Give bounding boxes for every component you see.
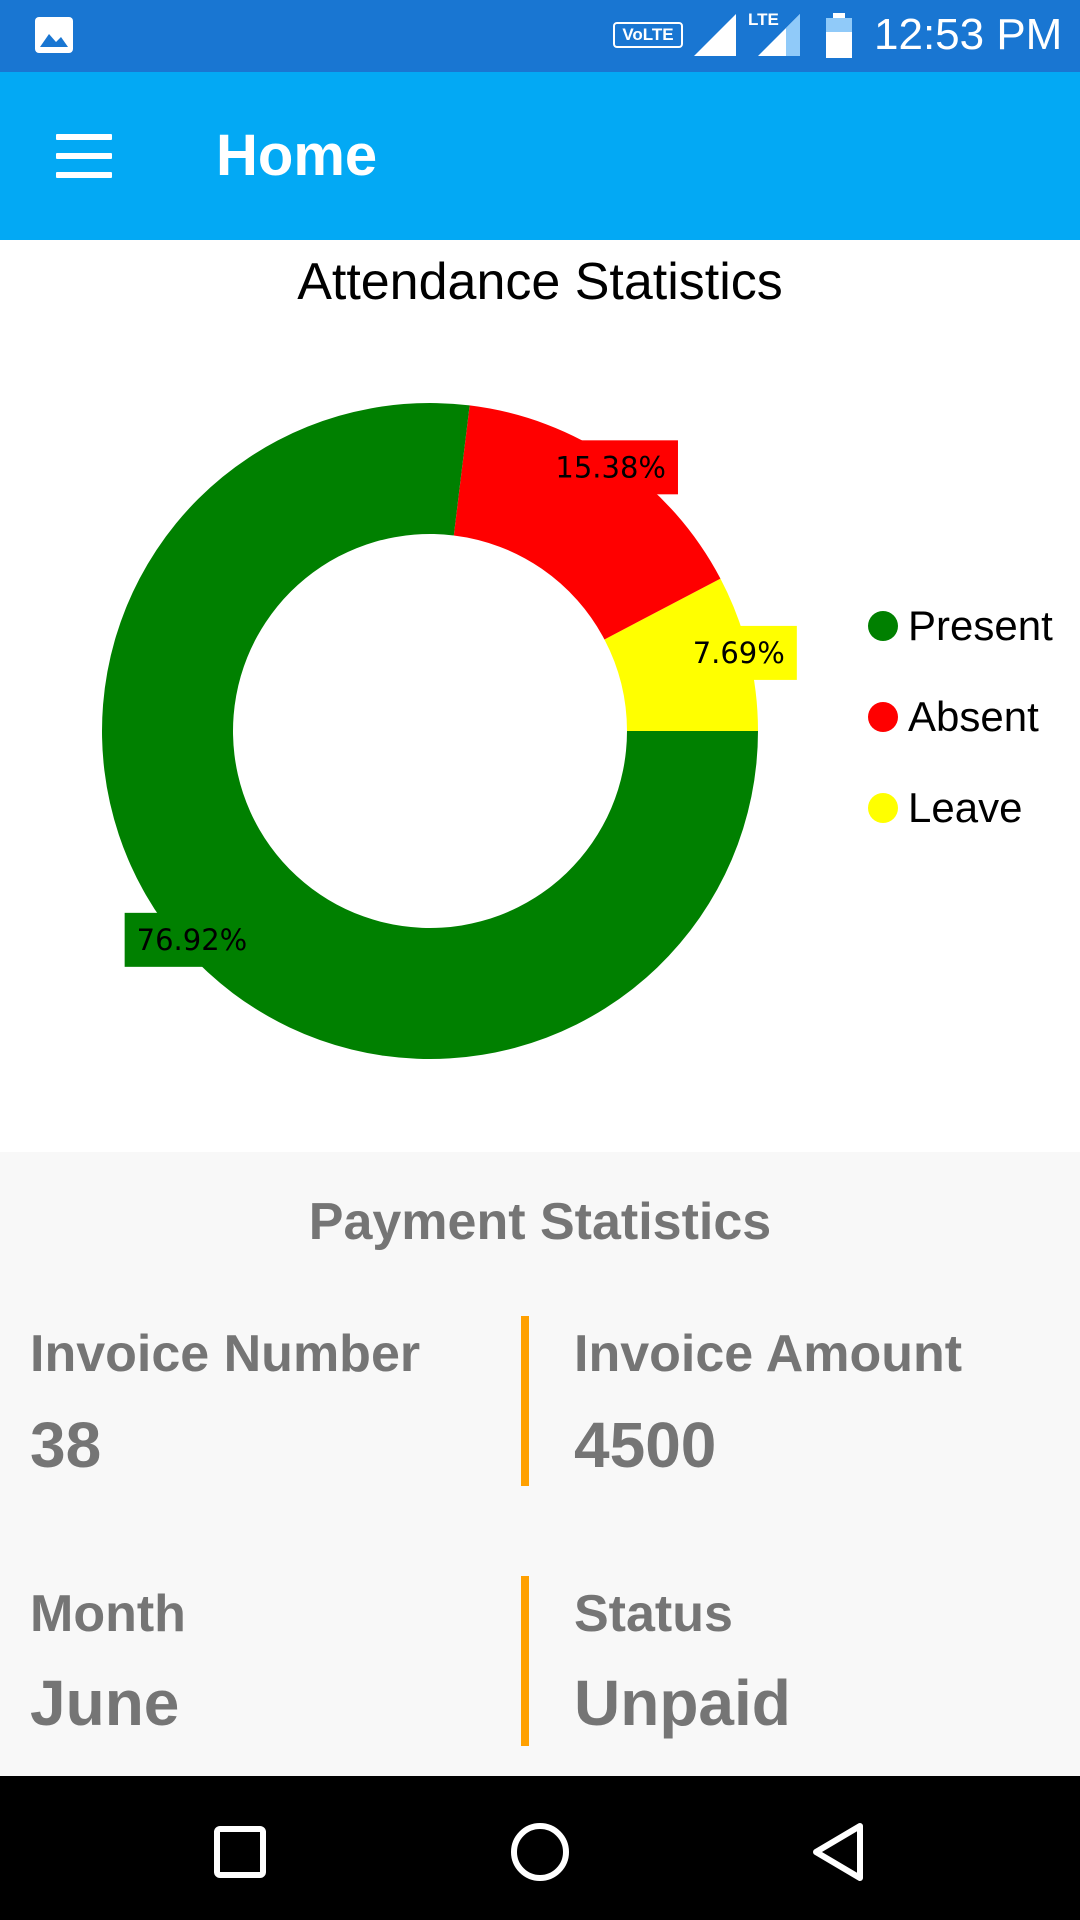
legend-label-leave: Leave bbox=[908, 783, 1023, 831]
legend-label-present: Present bbox=[908, 601, 1053, 649]
app-bar: Home bbox=[0, 72, 1080, 240]
recent-apps-icon[interactable] bbox=[200, 1812, 280, 1892]
donut-label-text-leave: 7.69% bbox=[693, 636, 785, 670]
status-bar: VoLTE LTE 12:53 PM bbox=[0, 0, 1080, 72]
legend-item-absent: Absent bbox=[868, 671, 1053, 762]
donut-label-text-absent: 15.38% bbox=[555, 450, 666, 484]
invoice-amount-label: Invoice Amount bbox=[574, 1325, 963, 1383]
lte-indicator: LTE bbox=[748, 10, 779, 29]
month-label: Month bbox=[30, 1585, 186, 1643]
navigation-bar bbox=[0, 1776, 1080, 1920]
legend-label-absent: Absent bbox=[908, 692, 1039, 740]
chart-title: Attendance Statistics bbox=[297, 253, 783, 311]
legend-dot-leave bbox=[868, 792, 898, 823]
signal-icon bbox=[694, 14, 736, 56]
divider-top bbox=[521, 1316, 529, 1486]
donut-label-leave: 7.69% bbox=[680, 625, 797, 680]
donut-label-present: 76.92% bbox=[124, 912, 260, 967]
donut-label-text-present: 76.92% bbox=[137, 923, 248, 957]
legend-item-leave: Leave bbox=[868, 762, 1053, 853]
payment-title: Payment Statistics bbox=[308, 1193, 772, 1251]
divider-bottom bbox=[521, 1576, 529, 1746]
back-icon[interactable] bbox=[800, 1812, 880, 1892]
attendance-donut-chart: 7.69% 15.38% 76.92% bbox=[102, 403, 797, 1059]
legend-item-present: Present bbox=[868, 580, 1053, 671]
payment-statistics-card: Payment Statistics Invoice Number 38 Inv… bbox=[0, 1152, 1080, 1776]
home-icon[interactable] bbox=[500, 1812, 580, 1892]
battery-icon bbox=[826, 13, 852, 58]
gallery-notification-icon bbox=[35, 17, 73, 53]
invoice-number-value: 38 bbox=[30, 1409, 102, 1481]
page-title: Home bbox=[216, 123, 378, 188]
status-label: Status bbox=[574, 1585, 733, 1643]
invoice-number-label: Invoice Number bbox=[30, 1325, 421, 1383]
donut-label-absent: 15.38% bbox=[543, 440, 678, 495]
month-value: June bbox=[30, 1667, 180, 1739]
legend-dot-absent bbox=[868, 701, 898, 732]
chart-legend: Present Absent Leave bbox=[868, 580, 1053, 853]
volte-indicator: VoLTE bbox=[613, 22, 683, 48]
invoice-amount-value: 4500 bbox=[574, 1409, 717, 1481]
hamburger-menu-icon[interactable] bbox=[40, 116, 130, 196]
status-time: 12:53 PM bbox=[874, 10, 1063, 59]
status-value: Unpaid bbox=[574, 1667, 791, 1739]
legend-dot-present bbox=[868, 610, 898, 641]
